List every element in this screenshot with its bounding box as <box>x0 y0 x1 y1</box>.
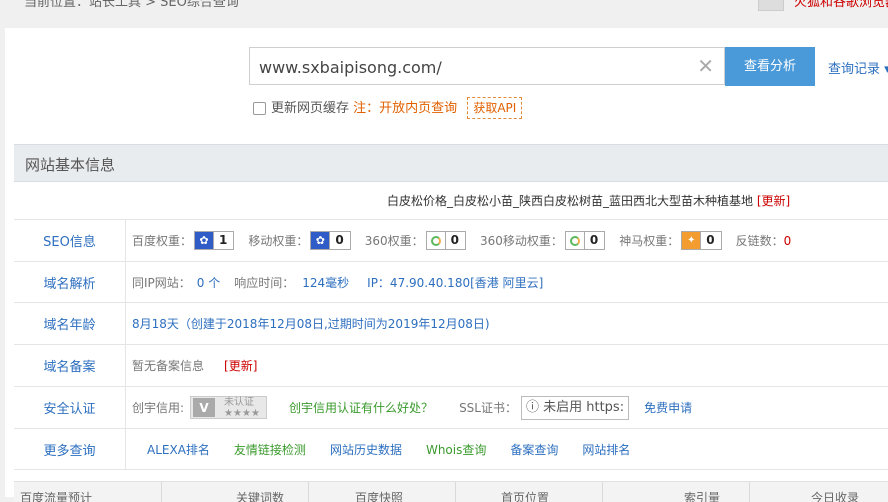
row-label-age[interactable]: 域名年龄 <box>14 303 126 344</box>
link-whois[interactable]: Whois查询 <box>426 441 486 458</box>
tab-home-position[interactable]: 首页位置 <box>501 489 549 502</box>
tab-index-count[interactable]: 索引量 <box>684 489 720 502</box>
baidu-weight-label: 百度权重： <box>132 234 193 248</box>
browser-notice-text[interactable]: 火狐和谷歌浏览器 <box>794 0 888 10</box>
search-box: ✕ <box>249 47 725 85</box>
analyze-button[interactable]: 查看分析 <box>725 47 815 86</box>
360-weight-label: 360权重： <box>364 234 424 248</box>
mobile-weight-value: 0 <box>329 232 349 249</box>
ip-info[interactable]: IP：47.90.40.180[香港 阿里云] <box>367 274 543 291</box>
credit-cert-badge[interactable]: V 未认证 ★★★★ <box>190 396 268 419</box>
bottom-tabs: 百度流量预计 关键词数 百度快照 首页位置 索引量 今日收录 <box>14 481 888 502</box>
domain-age-text[interactable]: 8月18天（创建于2018年12月08日,过期时间为2019年12月08日) <box>132 315 490 332</box>
ssl-label: SSL证书： <box>459 401 517 415</box>
360-ring-icon <box>426 232 445 249</box>
360-mobile-ring-icon <box>565 232 584 249</box>
backlinks-label: 反链数： <box>735 234 784 248</box>
site-title-line: 白皮松价格_白皮松小苗_陕西白皮松树苗_蓝田西北大型苗木种植基地 [更新] <box>387 192 790 209</box>
360-mobile-weight-value: 0 <box>583 232 604 249</box>
clear-icon[interactable]: ✕ <box>697 55 714 77</box>
cert-status: 未认证 <box>224 396 255 408</box>
breadcrumb: 当前位置：站长工具 > SEO综合查询 <box>24 0 239 10</box>
top-bar: 当前位置：站长工具 > SEO综合查询 火狐和谷歌浏览器 <box>0 0 888 18</box>
same-ip-label: 同IP网站： <box>132 275 191 290</box>
link-alexa[interactable]: ALEXA排名 <box>147 441 210 458</box>
ssl-status: ⓘ 未启用 https: <box>520 395 630 420</box>
tab-baidu-snapshot[interactable]: 百度快照 <box>355 489 403 502</box>
tab-today-indexed[interactable]: 今日收录 <box>811 489 859 502</box>
row-content-security: 创宇信用: V 未认证 ★★★★ 创宇信用认证有什么好处？ SSL证书： ⓘ 未启用… <box>132 387 692 428</box>
browser-notice: 火狐和谷歌浏览器 <box>758 0 888 11</box>
update-cache-checkbox[interactable] <box>253 102 266 115</box>
credit-question-link[interactable]: 创宇信用认证有什么好处？ <box>289 399 433 416</box>
site-title: 白皮松价格_白皮松小苗_陕西白皮松树苗_蓝田西北大型苗木种植基地 <box>387 194 754 208</box>
baidu-mobile-paw-icon: ✿ <box>311 232 330 249</box>
link-history-data[interactable]: 网站历史数据 <box>330 441 402 458</box>
row-age: 域名年龄 8月18天（创建于2018年12月08日,过期时间为2019年12月0… <box>14 302 888 344</box>
tab-keywords[interactable]: 关键词数 <box>236 489 284 502</box>
search-input[interactable] <box>259 56 679 78</box>
section-header: 网站基本信息 <box>14 144 888 182</box>
row-label-seo[interactable]: SEO信息 <box>14 220 126 261</box>
row-label-security[interactable]: 安全认证 <box>14 387 126 428</box>
360-weight-value: 0 <box>444 232 465 249</box>
shenma-weight-value: 0 <box>700 232 720 249</box>
history-label: 查询记录 <box>828 62 881 77</box>
mobile-weight-label: 移动权重： <box>248 234 309 248</box>
response-time-value: 124毫秒 <box>302 275 350 290</box>
mobile-weight-badge[interactable]: ✿ 0 <box>310 231 351 250</box>
tab-baidu-traffic[interactable]: 百度流量预计 <box>20 489 92 502</box>
row-security: 安全认证 创宇信用: V 未认证 ★★★★ 创宇信用认证有什么好处？ SSL证书： … <box>14 386 888 428</box>
note-text: 注：开放内页查询 <box>353 101 458 116</box>
baidu-weight-badge[interactable]: ✿ 1 <box>194 231 235 250</box>
v-cert-icon: V <box>193 398 216 417</box>
section-title: 网站基本信息 <box>25 156 116 174</box>
baidu-paw-icon: ✿ <box>195 232 214 249</box>
history-dropdown[interactable]: 查询记录 ▾ <box>828 58 888 77</box>
row-content-more: ALEXA排名 友情链接检测 网站历史数据 Whois查询 备案查询 网站排名 <box>147 429 654 469</box>
link-friend-check[interactable]: 友情链接检测 <box>234 441 306 458</box>
cert-stars: ★★★★ <box>224 407 260 419</box>
options-row: 更新网页缓存 注：开放内页查询 获取API <box>253 97 523 119</box>
beian-text: 暂无备案信息 <box>132 359 205 373</box>
browser-icon <box>758 0 784 11</box>
response-time-label: 响应时间： <box>234 275 295 290</box>
360-weight-badge[interactable]: 0 <box>425 231 467 250</box>
update-cache-label[interactable]: 更新网页缓存 <box>271 101 349 116</box>
row-label-beian[interactable]: 域名备案 <box>14 345 126 386</box>
row-content-dns: 同IP网站： 0 个 响应时间： 124毫秒 IP：47.90.40.180[香… <box>132 262 543 302</box>
row-content-seo: 百度权重： ✿ 1 移动权重： ✿ 0 360权重： 0 360移动权重： 0 神马… <box>132 220 791 261</box>
shenma-weight-badge[interactable]: ✦ 0 <box>681 231 722 250</box>
360-mobile-weight-label: 360移动权重： <box>480 234 563 248</box>
chuangyu-label: 创宇信用: <box>132 401 185 415</box>
row-label-dns[interactable]: 域名解析 <box>14 262 126 302</box>
free-apply-link[interactable]: 免费申请 <box>644 399 692 416</box>
link-beian-query[interactable]: 备案查询 <box>510 441 558 458</box>
row-dns: 域名解析 同IP网站： 0 个 响应时间： 124毫秒 IP：47.90.40.… <box>14 261 888 302</box>
shenma-icon: ✦ <box>682 232 701 249</box>
row-label-more[interactable]: 更多查询 <box>14 429 126 469</box>
row-more: 更多查询 ALEXA排名 友情链接检测 网站历史数据 Whois查询 备案查询 … <box>14 428 888 470</box>
baidu-weight-value: 1 <box>213 232 233 249</box>
chevron-down-icon: ▾ <box>884 62 888 77</box>
get-api-button[interactable]: 获取API <box>467 97 523 119</box>
update-title-link[interactable]: [更新] <box>757 194 790 208</box>
shenma-weight-label: 神马权重： <box>619 234 680 248</box>
link-site-rank[interactable]: 网站排名 <box>582 441 630 458</box>
row-beian: 域名备案 暂无备案信息 [更新] <box>14 344 888 386</box>
same-ip-value[interactable]: 0 个 <box>197 274 220 291</box>
row-content-age: 8月18天（创建于2018年12月08日,过期时间为2019年12月08日) <box>132 303 490 344</box>
backlinks-value[interactable]: 0 <box>784 234 792 248</box>
row-content-beian: 暂无备案信息 [更新] <box>132 345 257 386</box>
update-beian-link[interactable]: [更新] <box>224 357 257 374</box>
row-seo: SEO信息 百度权重： ✿ 1 移动权重： ✿ 0 360权重： 0 360移动权重… <box>14 219 888 261</box>
360-mobile-weight-badge[interactable]: 0 <box>564 231 606 250</box>
